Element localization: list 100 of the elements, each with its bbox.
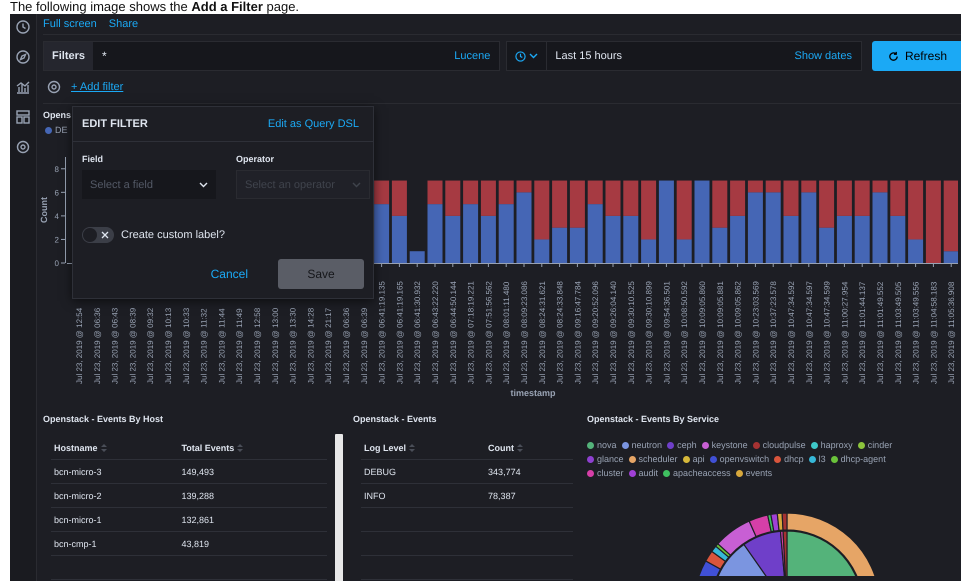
- tick-label: Jul 23, 2019 @ 10:47:34.597: [804, 281, 814, 384]
- toggle-switch[interactable]: [82, 227, 114, 243]
- tick-label: Jul 23, 2019 @ 11:04:58.183: [929, 282, 938, 384]
- bar: [570, 180, 585, 228]
- tick-label: 6: [54, 188, 59, 198]
- caption-text: The following image shows the Add a Filter page.: [9, 0, 300, 14]
- column-header[interactable]: Count: [488, 442, 514, 452]
- tick-label: Jul 23, 2019 @ 12:54: [75, 308, 84, 384]
- table-cell: 149,493: [181, 466, 214, 476]
- tick-label: Jul 23, 2019 @ 11:44: [217, 308, 226, 384]
- clock-icon[interactable]: [16, 20, 30, 34]
- add-filter-link[interactable]: + Add filter: [71, 81, 124, 93]
- tick-label: Jul 23, 2019 @ 06:36: [92, 308, 102, 384]
- tick-label: 8: [54, 164, 59, 174]
- table-cell: bcn-micro-1: [54, 514, 102, 524]
- chevron-icon: [199, 182, 208, 188]
- nav-link[interactable]: Full screen: [43, 18, 97, 30]
- settings-icon[interactable]: [47, 80, 61, 94]
- tick-label: Jul 23, 2019 @ 09:26:04.140: [609, 281, 618, 384]
- toggle-label: Create custom label?: [121, 229, 225, 241]
- bar: [730, 216, 746, 263]
- field-label: Field: [82, 154, 104, 164]
- bar: [570, 228, 585, 263]
- legend-label[interactable]: audit: [638, 468, 658, 478]
- table-cell: INFO: [364, 490, 386, 500]
- tick-label: Jul 23, 2019 @ 11:01:49.552: [876, 282, 885, 384]
- table-cell: 43,819: [181, 538, 209, 548]
- legend-label[interactable]: keystone: [712, 440, 748, 450]
- bar: [784, 216, 798, 263]
- query-dsl-link[interactable]: Edit as Query DSL: [268, 118, 359, 130]
- legend-label[interactable]: openvswitch: [720, 454, 770, 464]
- nav-link[interactable]: Share: [108, 18, 138, 30]
- bar: [480, 216, 496, 263]
- tick-label: Jul 23, 2019 @ 09:54:36.501: [662, 281, 672, 384]
- legend-label[interactable]: events: [746, 468, 772, 478]
- bar: [480, 180, 496, 216]
- tick-label: Jul 23, 2019 @ 06:41:19.165: [395, 281, 404, 384]
- legend-label[interactable]: ceph: [677, 440, 697, 450]
- settings-icon[interactable]: [16, 140, 30, 154]
- legend-label[interactable]: cinder: [868, 440, 892, 450]
- tick-label: Jul 23, 2019 @ 06:43: [110, 308, 120, 384]
- dashboard-icon[interactable]: [16, 110, 30, 124]
- tick-label: 0: [54, 259, 59, 268]
- filters-button[interactable]: Filters: [44, 42, 94, 70]
- tick-label: Jul 23, 2019 @ 11:49: [235, 308, 244, 384]
- tick-label: Jul 23, 2019 @ 10:23:03.569: [751, 281, 760, 384]
- axis-title: timestamp: [510, 388, 556, 398]
- bar: [819, 180, 834, 228]
- tick-label: Jul 23, 2019 @ 11:01:44.137: [858, 282, 868, 384]
- legend-label[interactable]: api: [692, 454, 705, 464]
- bar: [854, 216, 870, 263]
- legend-label[interactable]: neutron: [632, 440, 662, 450]
- query-field[interactable]: Filters * Lucene: [43, 41, 500, 71]
- bar: [890, 180, 906, 216]
- cancel-button[interactable]: Cancel: [204, 266, 254, 282]
- legend-label[interactable]: l3: [818, 454, 826, 464]
- tick-label: Jul 23, 2019 @ 10:47:34.599: [822, 281, 832, 384]
- language-link[interactable]: Lucene: [454, 50, 500, 62]
- tick-label: Jul 23, 2019 @ 06:41:19.135: [378, 281, 387, 384]
- legend-label[interactable]: glance: [597, 454, 624, 464]
- refresh-button[interactable]: Refresh: [872, 41, 961, 71]
- table-cell: 139,288: [181, 490, 214, 500]
- legend-label: DE: [55, 125, 68, 135]
- tick-label: Jul 23, 2019 @ 12:58: [253, 308, 262, 384]
- table-cell: bcn-micro-2: [54, 490, 102, 500]
- tick-label: Jul 23, 2019 @ 10:13: [164, 308, 173, 384]
- legend-label[interactable]: apacheaccess: [673, 468, 731, 478]
- bar: [819, 228, 834, 263]
- tick-label: Jul 23, 2019 @ 06:43:22.220: [431, 281, 440, 384]
- bar: [712, 180, 728, 228]
- legend-label[interactable]: scheduler: [638, 454, 678, 464]
- legend-label[interactable]: dhcp: [784, 454, 804, 464]
- tick-label: Jul 23, 2019 @ 10:47:34.592: [787, 281, 796, 384]
- legend-label[interactable]: cloudpulse: [762, 440, 806, 450]
- legend-label[interactable]: nova: [597, 440, 617, 450]
- bar: [606, 216, 620, 263]
- column-header[interactable]: Hostname: [54, 442, 98, 452]
- tick-label: Jul 23, 2019 @ 07:51:56.562: [484, 281, 494, 384]
- scrollbar[interactable]: [335, 434, 343, 581]
- compass-icon[interactable]: [16, 50, 30, 64]
- refresh-icon: [888, 50, 899, 62]
- legend-label[interactable]: dhcp-agent: [840, 454, 886, 464]
- show-dates-link[interactable]: Show dates: [794, 50, 861, 62]
- tick-label: Jul 23, 2019 @ 06:44:50.144: [448, 281, 458, 384]
- table-cell: bcn-micro-3: [54, 466, 102, 476]
- bar: [445, 180, 460, 216]
- time-range[interactable]: Last 15 hours: [547, 50, 794, 62]
- bar: [836, 216, 852, 263]
- column-header[interactable]: Log Level: [364, 442, 406, 452]
- field-label: Operator: [236, 154, 276, 164]
- panel-title: Openstack - Events: [353, 413, 438, 426]
- legend-label[interactable]: haproxy: [820, 440, 853, 450]
- legend-label[interactable]: cluster: [597, 468, 624, 478]
- tick-label: Jul 23, 2019 @ 06:39: [360, 308, 369, 384]
- column-header[interactable]: Total Events: [181, 442, 234, 452]
- tick-label: Jul 23, 2019 @ 14:28: [306, 308, 316, 384]
- bar: [784, 180, 798, 216]
- bar-chart-icon[interactable]: [16, 80, 30, 94]
- tick-label: Jul 23, 2019 @ 08:24:31.621: [538, 281, 547, 384]
- table-cell: DEBUG: [364, 466, 396, 476]
